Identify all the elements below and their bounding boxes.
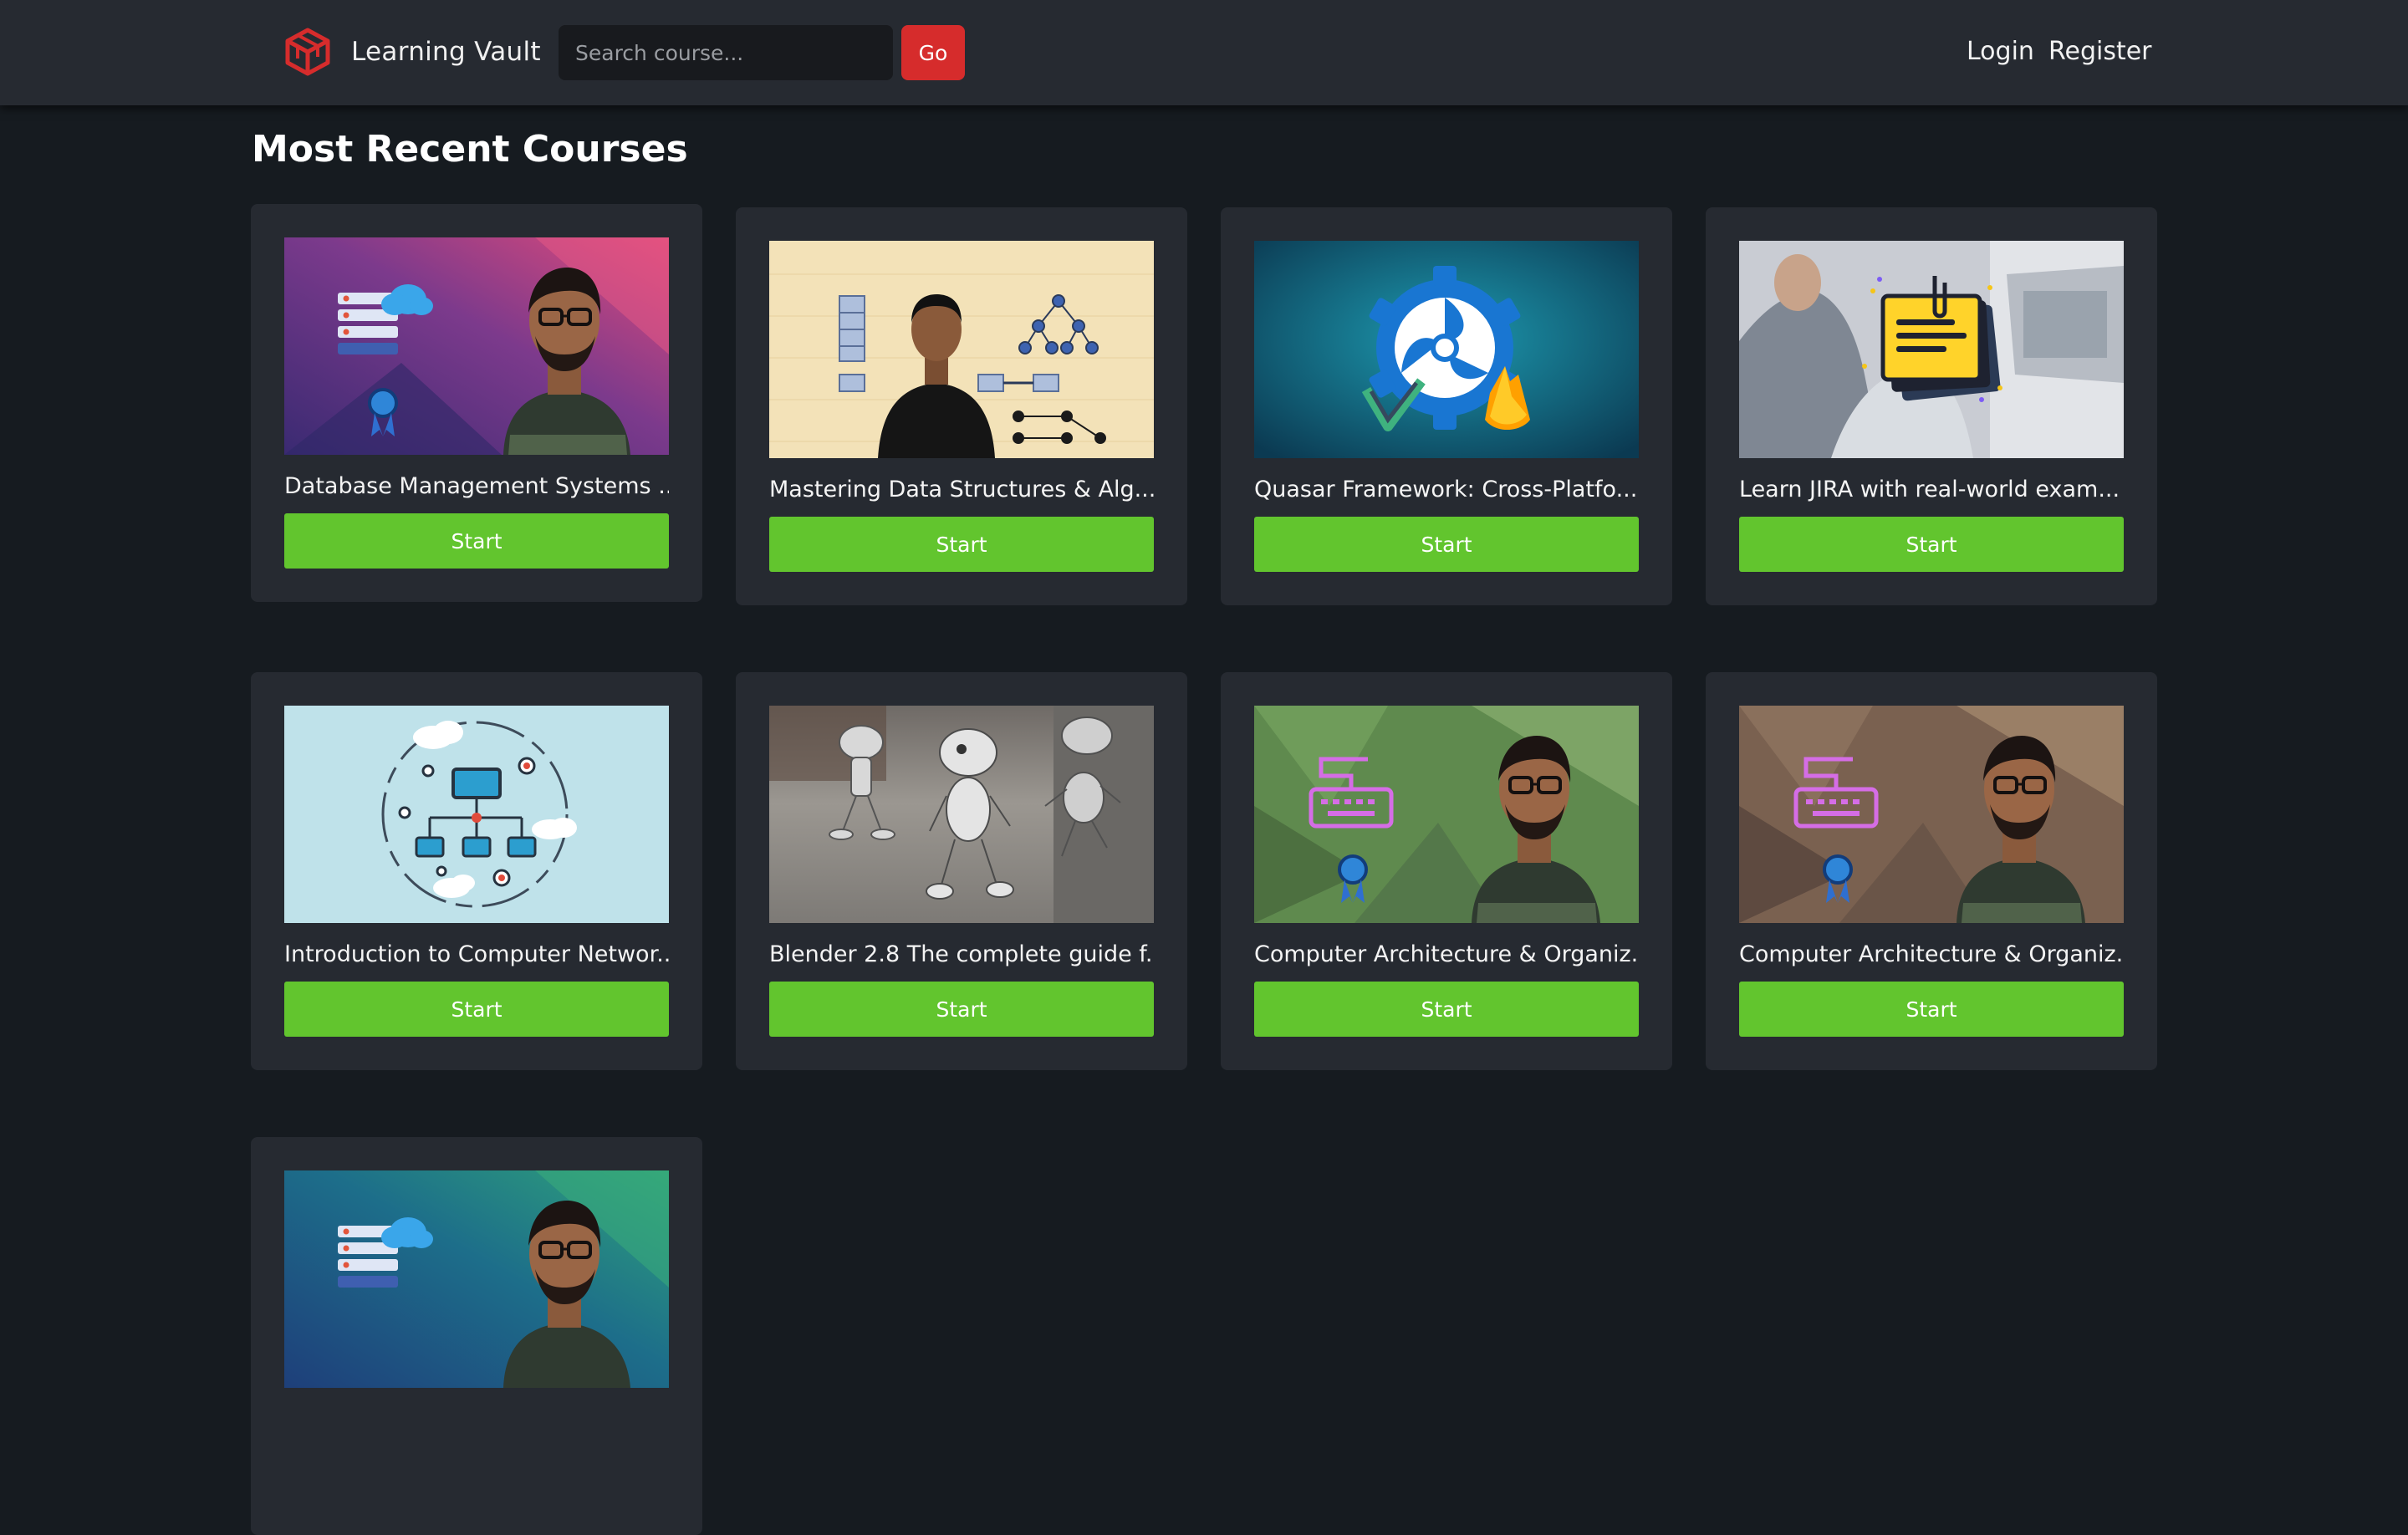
- course-card: Learn JIRA with real-world exam... Start: [1706, 207, 2157, 605]
- course-card: [251, 1137, 702, 1535]
- course-thumbnail[interactable]: [769, 241, 1154, 458]
- start-course-button[interactable]: Start: [769, 517, 1154, 572]
- course-thumbnail[interactable]: [1254, 706, 1639, 923]
- course-title[interactable]: Computer Architecture & Organiz...: [1739, 938, 2124, 971]
- start-course-button[interactable]: Start: [284, 513, 669, 569]
- start-course-button[interactable]: Start: [769, 982, 1154, 1037]
- course-card: Blender 2.8 The complete guide f... Star…: [736, 672, 1187, 1070]
- instructor-keyboard-green-thumbnail: [1254, 706, 1639, 923]
- cube-logo-icon[interactable]: [283, 27, 333, 77]
- search-go-button[interactable]: Go: [901, 25, 965, 80]
- office-notes-thumbnail: [1739, 241, 2124, 458]
- course-title[interactable]: Learn JIRA with real-world exam...: [1739, 473, 2124, 507]
- robots-3d-thumbnail: [769, 706, 1154, 923]
- course-card: Mastering Data Structures & Alg... Start: [736, 207, 1187, 605]
- course-thumbnail[interactable]: [769, 706, 1154, 923]
- page-title: Most Recent Courses: [252, 128, 688, 171]
- course-title[interactable]: Quasar Framework: Cross-Platfo...: [1254, 473, 1639, 507]
- network-diagram-thumbnail: [284, 706, 669, 923]
- start-course-button[interactable]: Start: [1254, 517, 1639, 572]
- course-title[interactable]: Blender 2.8 The complete guide f...: [769, 938, 1154, 971]
- course-thumbnail[interactable]: [284, 706, 669, 923]
- course-title[interactable]: Mastering Data Structures & Alg...: [769, 473, 1154, 507]
- brand-name[interactable]: Learning Vault: [351, 32, 541, 72]
- start-course-button[interactable]: Start: [1739, 982, 2124, 1037]
- course-thumbnail[interactable]: [1254, 241, 1639, 458]
- course-title[interactable]: Database Management Systems ...: [284, 470, 669, 503]
- course-card: Computer Architecture & Organiz... Start: [1221, 672, 1672, 1070]
- quasar-logo-thumbnail: [1254, 241, 1639, 458]
- instructor-keyboard-brown-thumbnail: [1739, 706, 2124, 923]
- login-link[interactable]: Login: [1967, 32, 2034, 72]
- course-card: Computer Architecture & Organiz... Start: [1706, 672, 2157, 1070]
- instructor-database-thumbnail: [284, 237, 669, 455]
- course-thumbnail[interactable]: [1739, 241, 2124, 458]
- course-card: Quasar Framework: Cross-Platfo... Start: [1221, 207, 1672, 605]
- start-course-button[interactable]: Start: [1254, 982, 1639, 1037]
- course-thumbnail[interactable]: [284, 1170, 669, 1388]
- course-thumbnail[interactable]: [284, 237, 669, 455]
- register-link[interactable]: Register: [2048, 32, 2152, 72]
- start-course-button[interactable]: Start: [284, 982, 669, 1037]
- start-course-button[interactable]: Start: [1739, 517, 2124, 572]
- top-navbar: Learning Vault Go Login Register: [0, 0, 2408, 105]
- course-thumbnail[interactable]: [1739, 706, 2124, 923]
- course-card: Introduction to Computer Networ... Start: [251, 672, 702, 1070]
- course-card: Database Management Systems ... Start: [251, 204, 702, 602]
- course-title[interactable]: Introduction to Computer Networ...: [284, 938, 669, 971]
- instructor-database-teal-thumbnail: [284, 1170, 669, 1388]
- search-input[interactable]: [559, 25, 893, 80]
- instructor-data-structures-thumbnail: [769, 241, 1154, 458]
- course-title[interactable]: Computer Architecture & Organiz...: [1254, 938, 1639, 971]
